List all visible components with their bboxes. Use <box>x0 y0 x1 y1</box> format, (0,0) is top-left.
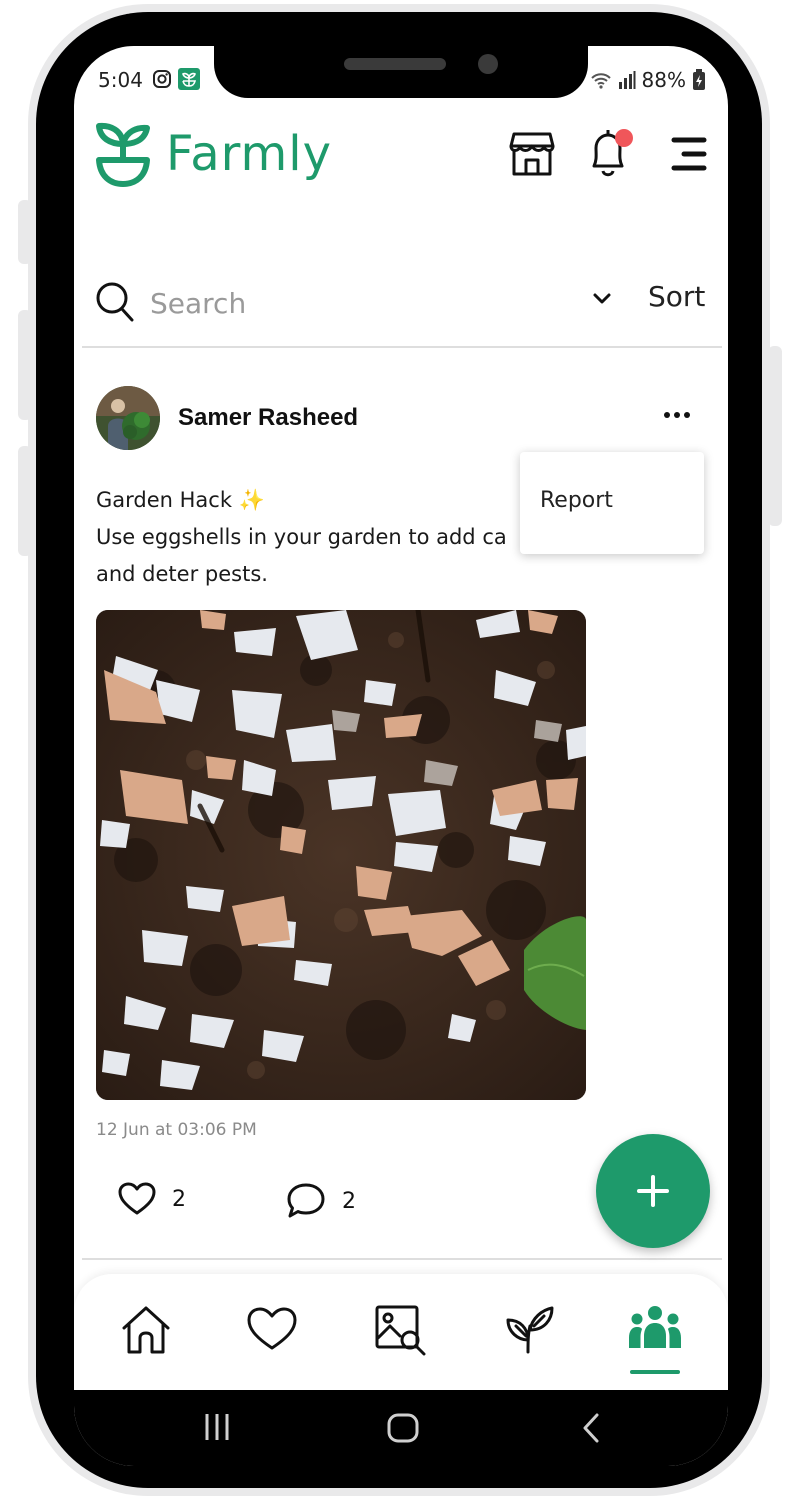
chevron-down-icon[interactable] <box>592 292 612 306</box>
dot <box>684 412 690 418</box>
plant-icon[interactable] <box>504 1304 556 1356</box>
menu-item-report[interactable]: Report <box>540 488 613 513</box>
divider <box>82 1258 722 1260</box>
like-count: 2 <box>172 1186 186 1212</box>
instagram-icon <box>153 70 171 88</box>
bottom-nav <box>74 1274 728 1390</box>
battery-icon <box>693 69 705 90</box>
store-icon[interactable] <box>508 130 556 178</box>
status-right: 88% <box>590 68 706 92</box>
notification-dot <box>615 129 633 147</box>
notch <box>214 46 588 98</box>
speaker <box>344 58 446 70</box>
system-nav-bar <box>74 1390 728 1466</box>
battery-percent: 88% <box>641 68 686 92</box>
side-button <box>18 446 32 556</box>
community-icon[interactable] <box>628 1304 682 1352</box>
front-camera <box>478 54 498 74</box>
avatar[interactable] <box>96 386 160 450</box>
brand[interactable]: Farmly <box>94 120 332 188</box>
dot <box>674 412 680 418</box>
post-image[interactable] <box>96 610 586 1100</box>
post-timestamp: 12 Jun at 03:06 PM <box>96 1120 257 1140</box>
search-bar: Sort <box>82 272 722 348</box>
farmly-logo-icon <box>96 122 150 187</box>
active-tab-indicator <box>630 1370 680 1374</box>
search-icon[interactable] <box>94 280 136 324</box>
add-post-button[interactable] <box>596 1134 710 1248</box>
post-author[interactable]: Samer Rasheed <box>178 404 358 432</box>
heart-icon[interactable] <box>246 1306 298 1352</box>
signal-icon <box>618 71 636 89</box>
side-button <box>18 200 32 264</box>
comment-count: 2 <box>342 1188 356 1214</box>
home-icon[interactable] <box>120 1304 172 1356</box>
home-button-icon[interactable] <box>386 1412 420 1444</box>
screen: 5:04 88% Farmly Search Sort Samer Rashee… <box>74 46 728 1466</box>
sort-button[interactable]: Sort <box>648 280 705 313</box>
comment-action[interactable]: 2 <box>286 1182 356 1220</box>
wifi-icon <box>590 73 611 89</box>
recent-apps-icon[interactable] <box>202 1410 232 1444</box>
more-options-button[interactable] <box>664 412 690 418</box>
plus-icon <box>637 1175 669 1207</box>
side-button <box>768 346 782 526</box>
app-name: Farmly <box>166 126 333 182</box>
farmly-status-icon <box>178 68 200 90</box>
status-time: 5:04 <box>98 68 143 92</box>
search-input[interactable] <box>148 278 528 328</box>
back-icon[interactable] <box>580 1412 602 1444</box>
heart-icon[interactable] <box>118 1182 156 1216</box>
post-text-line: and deter pests. <box>96 562 268 586</box>
post-options-menu: Report <box>520 452 704 554</box>
comment-icon[interactable] <box>286 1182 326 1220</box>
like-action[interactable]: 2 <box>118 1182 186 1216</box>
side-button <box>18 310 32 420</box>
menu-icon[interactable] <box>670 136 708 172</box>
dot <box>664 412 670 418</box>
bell-icon[interactable] <box>584 126 636 180</box>
image-search-icon[interactable] <box>374 1304 428 1356</box>
status-app-icons <box>152 68 200 90</box>
